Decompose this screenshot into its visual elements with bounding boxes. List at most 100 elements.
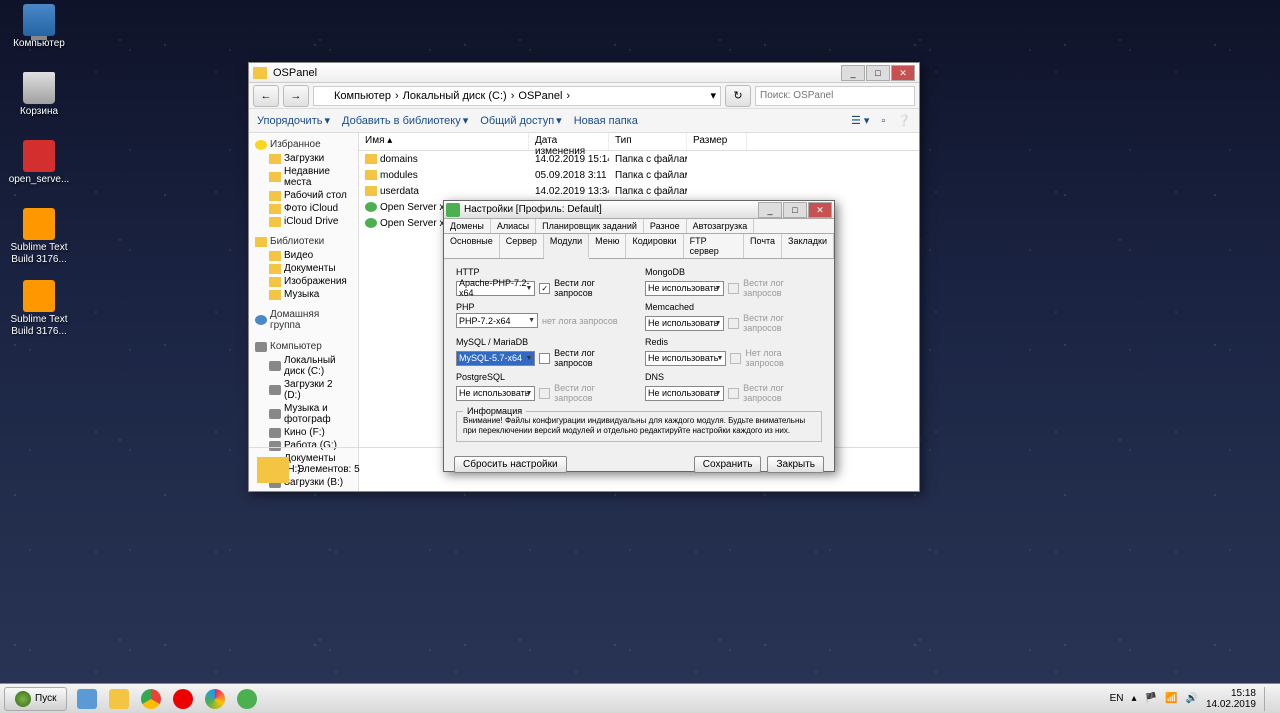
dns-select[interactable]: Не использовать (645, 386, 724, 401)
preview-pane-button[interactable]: ▫ (881, 115, 885, 127)
mysql-label: MySQL / MariaDB (456, 337, 633, 347)
reset-button[interactable]: Сбросить настройки (454, 456, 567, 473)
refresh-button[interactable]: ↻ (725, 85, 751, 107)
http-select[interactable]: Apache-PHP-7.2-x64 (456, 281, 535, 296)
sidebar-item[interactable]: iCloud Drive (251, 215, 356, 228)
close-button[interactable]: ✕ (891, 65, 915, 81)
http-log-checkbox[interactable] (539, 283, 550, 294)
task-app[interactable] (201, 687, 229, 711)
library-menu[interactable]: Добавить в библиотеку ▾ (342, 114, 468, 127)
file-row[interactable]: userdata14.02.2019 13:34Папка с файлами (359, 183, 919, 199)
tab-aliases[interactable]: Алиасы (491, 219, 536, 233)
tab-bookmarks[interactable]: Закладки (782, 234, 834, 258)
breadcrumb[interactable]: Компьютер › Локальный диск (C:) › OSPane… (313, 86, 721, 106)
minimize-button[interactable]: _ (841, 65, 865, 81)
desktop-icon-openserver[interactable]: open_serve... (4, 140, 74, 186)
desktop-icon-sublime1[interactable]: Sublime Text Build 3176... (4, 208, 74, 266)
col-date[interactable]: Дата изменения (529, 133, 609, 150)
breadcrumb-item[interactable]: OSPanel (518, 90, 562, 102)
redis-select[interactable]: Не использовать (645, 351, 726, 366)
close-button[interactable]: ✕ (808, 202, 832, 218)
sidebar-item[interactable]: Фото iCloud (251, 202, 356, 215)
task-chrome[interactable] (137, 687, 165, 711)
tab-mail[interactable]: Почта (744, 234, 782, 258)
tab-domains[interactable]: Домены (444, 219, 491, 233)
tab-modules[interactable]: Модули (544, 234, 589, 259)
desktop-icon-recycle[interactable]: Корзина (4, 72, 74, 118)
task-opera[interactable] (169, 687, 197, 711)
breadcrumb-item[interactable]: Компьютер (334, 90, 391, 102)
share-menu[interactable]: Общий доступ ▾ (480, 114, 561, 127)
maximize-button[interactable]: □ (783, 202, 807, 218)
col-type[interactable]: Тип (609, 133, 687, 150)
save-button[interactable]: Сохранить (694, 456, 762, 473)
language-indicator[interactable]: EN (1110, 693, 1124, 704)
task-openserver[interactable] (233, 687, 261, 711)
memcached-select[interactable]: Не использовать (645, 316, 724, 331)
back-button[interactable]: ← (253, 85, 279, 107)
col-name[interactable]: Имя ▴ (359, 133, 529, 150)
sidebar-favorites[interactable]: Избранное (251, 137, 356, 152)
explorer-toolbar: Упорядочить ▾ Добавить в библиотеку ▾ Об… (249, 109, 919, 133)
sidebar-item[interactable]: Загрузки 2 (D:) (251, 378, 356, 402)
task-folder[interactable] (105, 687, 133, 711)
tab-ftp[interactable]: FTP сервер (684, 234, 744, 258)
network-icon[interactable]: 📶 (1165, 693, 1177, 704)
help-button[interactable]: ❔ (897, 114, 911, 127)
sidebar-libraries[interactable]: Библиотеки (251, 234, 356, 249)
volume-icon[interactable]: 🔊 (1185, 693, 1197, 704)
view-menu[interactable]: ☰ ▾ (851, 114, 869, 127)
col-size[interactable]: Размер (687, 133, 747, 150)
mysql-select[interactable]: MySQL-5.7-x64 (456, 351, 535, 366)
organize-menu[interactable]: Упорядочить ▾ (257, 114, 330, 127)
sidebar-item[interactable]: Видео (251, 249, 356, 262)
breadcrumb-item[interactable]: Локальный диск (C:) (403, 90, 507, 102)
flag-icon[interactable]: 🏴 (1145, 693, 1157, 704)
mongodb-select[interactable]: Не использовать (645, 281, 724, 296)
search-input[interactable] (755, 86, 915, 106)
clock[interactable]: 15:18 14.02.2019 (1206, 688, 1256, 710)
tab-scheduler[interactable]: Планировщик заданий (536, 219, 644, 233)
dropdown-icon[interactable]: ▾ (710, 89, 716, 102)
mysql-log-checkbox[interactable] (539, 353, 550, 364)
status-text: Элементов: 5 (297, 464, 360, 475)
sidebar-item[interactable]: Загрузки (251, 152, 356, 165)
computer-icon (23, 4, 55, 36)
explorer-titlebar[interactable]: OSPanel _ □ ✕ (249, 63, 919, 83)
sidebar-item[interactable]: Документы (251, 262, 356, 275)
sidebar-item[interactable]: Недавние места (251, 165, 356, 189)
php-select[interactable]: PHP-7.2-x64 (456, 313, 538, 328)
desktop-icon-sublime2[interactable]: Sublime Text Build 3176... (4, 280, 74, 338)
show-desktop-button[interactable] (1264, 687, 1272, 711)
forward-button[interactable]: → (283, 85, 309, 107)
file-row[interactable]: modules05.09.2018 3:11Папка с файлами (359, 167, 919, 183)
sidebar-item[interactable]: Изображения (251, 275, 356, 288)
task-explorer[interactable] (73, 687, 101, 711)
file-row[interactable]: domains14.02.2019 15:14Папка с файлами (359, 151, 919, 167)
tab-autorun[interactable]: Автозагрузка (687, 219, 755, 233)
postgresql-select[interactable]: Не использовать (456, 386, 535, 401)
tab-server[interactable]: Сервер (500, 234, 544, 258)
tab-misc[interactable]: Разное (644, 219, 687, 233)
tab-menu[interactable]: Меню (589, 234, 626, 258)
sidebar-computer[interactable]: Компьютер (251, 339, 356, 354)
settings-titlebar[interactable]: Настройки [Профиль: Default] _ □ ✕ (444, 201, 834, 219)
sidebar-item[interactable]: Рабочий стол (251, 189, 356, 202)
minimize-button[interactable]: _ (758, 202, 782, 218)
sidebar-item[interactable]: Кино (F:) (251, 426, 356, 439)
close-dialog-button[interactable]: Закрыть (767, 456, 824, 473)
explorer-icon (77, 689, 97, 709)
redis-label: Redis (645, 337, 822, 347)
sidebar-item[interactable]: Музыка (251, 288, 356, 301)
maximize-button[interactable]: □ (866, 65, 890, 81)
sublime-icon (23, 280, 55, 312)
new-folder-button[interactable]: Новая папка (574, 115, 638, 127)
sidebar-homegroup[interactable]: Домашняя группа (251, 307, 356, 333)
sidebar-item[interactable]: Локальный диск (C:) (251, 354, 356, 378)
tray-chevron-icon[interactable]: ▴ (1132, 693, 1137, 704)
sidebar-item[interactable]: Музыка и фотограф (251, 402, 356, 426)
desktop-icon-computer[interactable]: Компьютер (4, 4, 74, 50)
tab-main[interactable]: Основные (444, 234, 500, 258)
tab-encodings[interactable]: Кодировки (626, 234, 683, 258)
start-button[interactable]: Пуск (4, 687, 67, 711)
